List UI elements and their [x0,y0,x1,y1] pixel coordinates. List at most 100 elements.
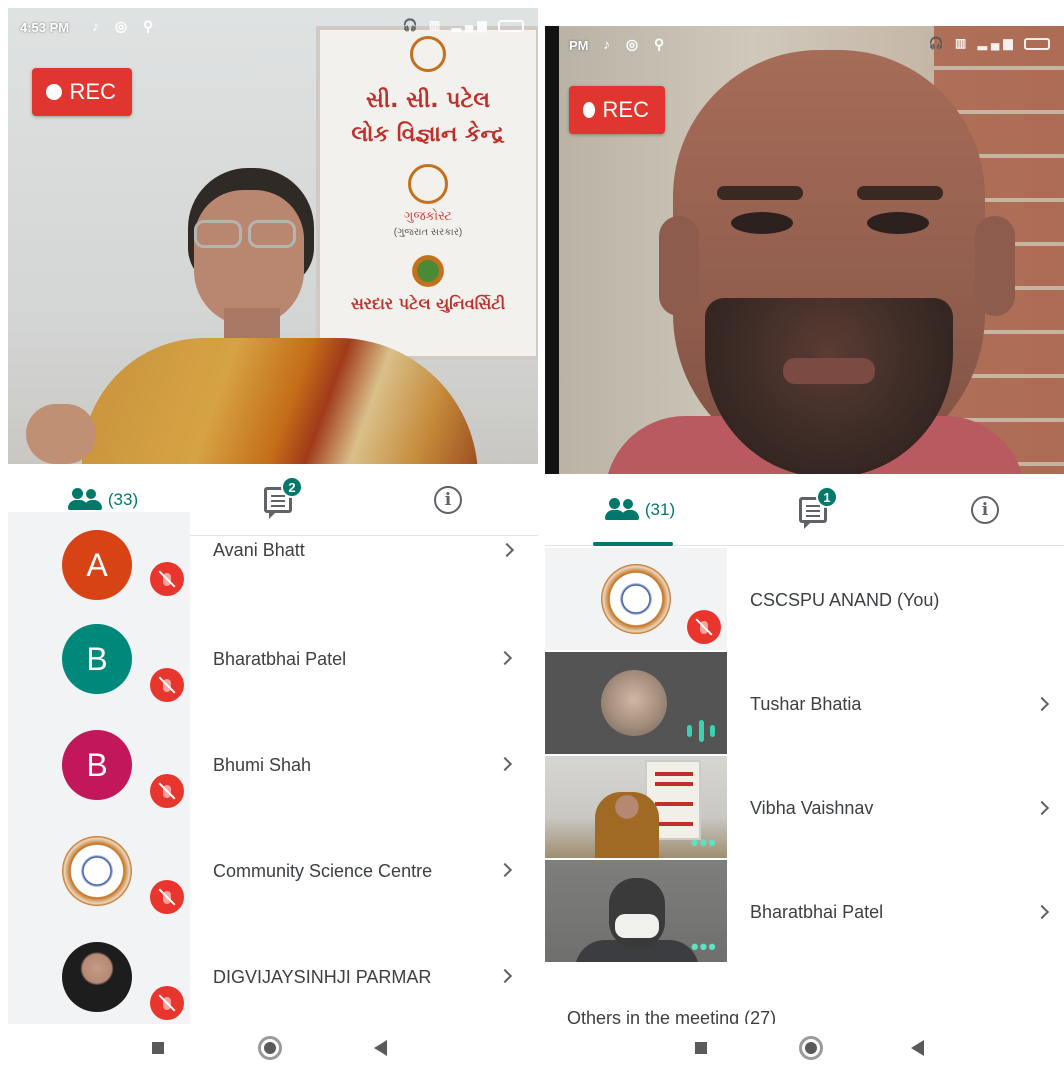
recents-button[interactable] [695,1042,707,1054]
recording-indicator: REC [32,68,132,116]
participant-name: Community Science Centre [213,861,433,881]
rec-label: REC [69,79,116,104]
chevron-right-icon[interactable] [497,650,513,666]
info-icon: i [434,486,462,514]
recents-button[interactable] [152,1042,164,1054]
record-dot-icon [583,102,595,118]
status-bar: 4:53 PM ♪ ◎ ⚲ 🎧 ▥ ▂▄▆ [8,8,538,42]
face-mask [615,914,659,938]
participant-thumb [8,924,190,1030]
participant-name: Bharatbhai Patel [750,902,884,922]
status-time: 4:53 PM [20,20,70,35]
participant-mouth [783,358,875,384]
more-options-icon[interactable]: ••• [691,832,717,854]
list-item[interactable]: B Bhumi Shah [8,712,538,818]
banner-emblem2-icon [408,164,448,204]
participant-brow [857,186,943,200]
chevron-right-icon[interactable] [1034,904,1050,920]
participant-name: Tushar Bhatia [750,694,862,714]
battery-icon [1024,37,1050,50]
participant-brow [717,186,803,200]
mic-off-icon [150,774,184,808]
speaker-glasses [194,220,304,250]
android-nav-bar [545,1024,1064,1072]
organization-emblem-avatar [601,564,671,634]
right-phone-screen: PM ♪ ◎ ⚲ 🎧 ▥ ▂▄▆ REC (31) 1 i CSCSPU ANA… [545,0,1064,1072]
speaker-face [194,190,304,326]
participant-ear [975,216,1015,316]
banner-title-line1: સી. સી. પટેલ [366,88,490,113]
participant-video-thumb: ••• [545,860,727,962]
avatar [62,942,132,1012]
chevron-right-icon[interactable] [499,542,515,558]
list-item[interactable]: A Avani Bhatt [8,512,538,618]
banner-university-logo-icon [409,252,447,290]
chevron-right-icon[interactable] [497,968,513,984]
list-item[interactable]: B Bharatbhai Patel [8,606,538,712]
banner-subtitle2: (ગુજરાત સરકાર) [393,227,463,238]
chevron-right-icon[interactable] [1034,696,1050,712]
chevron-right-icon[interactable] [1034,800,1050,816]
participant-thumb [8,818,190,924]
people-count: (31) [644,500,676,519]
android-nav-bar [8,1024,538,1072]
participant-name: CSCSPU ANAND (You) [750,590,940,610]
left-phone-screen: સી. સી. પટેલ લોક વિજ્ઞાન કેન્દ્ર ગુજકોસ્… [8,0,538,1072]
people-icon [67,488,102,512]
participant-thumb: B [8,712,190,818]
participant-thumb: B [8,606,190,712]
chevron-right-icon[interactable] [497,756,513,772]
notification-icons: ♪ ◎ ⚲ [92,18,160,34]
participant-figure [595,792,659,858]
mic-off-icon [687,610,721,644]
list-item[interactable]: ••• Bharatbhai Patel [545,860,1064,964]
meeting-tabs: (31) 1 i [545,474,1064,546]
banner-title-line2: લોક વિજ્ઞાન કેન્દ્ર [351,122,505,147]
back-button[interactable] [374,1040,387,1056]
info-icon: i [971,496,999,524]
tab-chat[interactable]: 1 [773,474,853,546]
participant-name: DIGVIJAYSINHJI PARMAR [213,967,432,987]
back-button[interactable] [911,1040,924,1056]
list-item-self: CSCSPU ANAND (You) [545,548,1064,652]
mic-off-icon [150,668,184,702]
participant-name: Vibha Vaishnav [750,798,874,818]
chat-unread-badge: 2 [281,476,303,498]
status-bar: PM ♪ ◎ ⚲ 🎧 ▥ ▂▄▆ [545,26,1064,60]
mic-off-icon [150,880,184,914]
notification-icons: ♪ ◎ ⚲ [603,36,671,52]
participant-thumb [545,548,727,650]
list-item[interactable]: ••• Vibha Vaishnav [545,756,1064,860]
status-time: PM [569,38,589,53]
tab-people[interactable]: (31) [585,474,695,546]
list-item[interactable]: DIGVIJAYSINHJI PARMAR [8,924,538,1030]
more-options-icon[interactable]: ••• [691,936,717,958]
chat-icon: 2 [264,476,303,519]
organization-emblem-avatar [62,836,132,906]
participant-name: Avani Bhatt [213,540,305,560]
participant-thumb: A [8,512,190,618]
chevron-right-icon[interactable] [497,862,513,878]
system-status-icons: 🎧 ▥ ▂▄▆ [929,36,1050,50]
backdrop-banner: સી. સી. પટેલ લોક વિજ્ઞાન કેન્દ્ર ગુજકોસ્… [316,26,538,360]
recording-indicator: REC [569,86,665,134]
banner-university-name: સરદાર પટેલ યુનિવર્સિટી [350,294,506,313]
list-item[interactable]: Community Science Centre [8,818,538,924]
people-count: (33) [107,490,139,509]
mic-off-icon [150,986,184,1020]
home-button[interactable] [258,1036,282,1060]
participant-name: Bharatbhai Patel [213,649,347,669]
home-button[interactable] [799,1036,823,1060]
system-status-icons: 🎧 ▥ ▂▄▆ [403,18,524,32]
list-item[interactable]: Tushar Bhatia [545,652,1064,756]
people-icon [604,498,639,522]
main-video-feed: સી. સી. પટેલ લોક વિજ્ઞાન કેન્દ્ર ગુજકોસ્… [8,8,538,464]
chat-unread-badge: 1 [816,486,838,508]
banner-subtitle: ગુજકોસ્ટ [403,208,453,223]
avatar: B [62,624,132,694]
participant-video-thumb [545,652,727,754]
tab-info[interactable]: i [965,474,1005,546]
battery-icon [498,19,524,32]
speaker-hand [26,404,96,464]
record-dot-icon [46,84,62,100]
